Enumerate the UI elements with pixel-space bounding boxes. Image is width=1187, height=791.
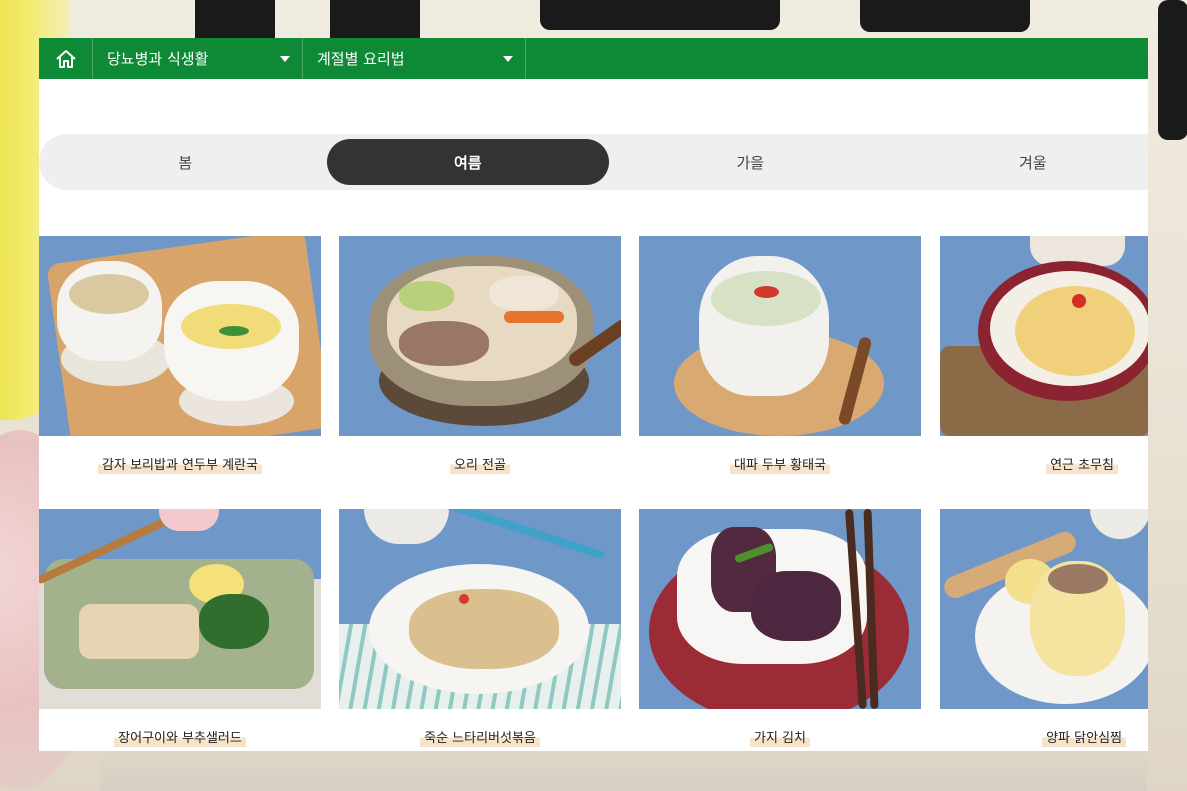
recipe-title-wrap: 죽순 느타리버섯볶음 xyxy=(339,727,621,747)
recipe-card[interactable]: 장어구이와 부추샐러드 xyxy=(39,509,321,747)
background-lettering xyxy=(540,0,780,30)
recipe-image xyxy=(339,509,621,709)
recipe-card[interactable]: 대파 두부 황태국 xyxy=(639,236,921,474)
recipe-card[interactable]: 오리 전골 xyxy=(339,236,621,474)
top-navigation: 당뇨병과 식생활 계절별 요리법 xyxy=(39,38,1148,79)
recipe-title: 가지 김치 xyxy=(750,731,810,747)
recipe-title: 장어구이와 부추샐러드 xyxy=(114,731,246,747)
caret-down-icon xyxy=(503,55,513,62)
recipe-image xyxy=(940,236,1148,436)
tab-autumn[interactable]: 가을 xyxy=(609,139,892,185)
recipe-title: 감자 보리밥과 연두부 계란국 xyxy=(98,458,262,474)
nav-dropdown-seasonal-recipes[interactable]: 계절별 요리법 xyxy=(303,38,526,79)
recipe-title-wrap: 오리 전골 xyxy=(339,454,621,474)
nav-dropdown-label: 당뇨병과 식생활 xyxy=(107,50,209,68)
recipe-card[interactable]: 연근 초무침 xyxy=(940,236,1148,474)
recipe-card[interactable]: 가지 김치 xyxy=(639,509,921,747)
recipe-title: 죽순 느타리버섯볶음 xyxy=(420,731,540,747)
recipe-title-wrap: 연근 초무침 xyxy=(940,454,1148,474)
recipe-card[interactable]: 양파 닭안심찜 xyxy=(940,509,1148,747)
recipe-title-wrap: 양파 닭안심찜 xyxy=(940,727,1148,747)
recipe-title-wrap: 대파 두부 황태국 xyxy=(639,454,921,474)
background-lettering xyxy=(1158,0,1187,140)
season-tabs: 봄 여름 가을 겨울 xyxy=(39,134,1148,190)
background-lettering xyxy=(860,0,1030,32)
recipe-image xyxy=(39,509,321,709)
recipe-image xyxy=(339,236,621,436)
tab-winter[interactable]: 겨울 xyxy=(892,139,1149,185)
recipe-title-wrap: 가지 김치 xyxy=(639,727,921,747)
recipe-title: 오리 전골 xyxy=(450,458,510,474)
recipe-title-wrap: 장어구이와 부추샐러드 xyxy=(39,727,321,747)
recipe-image xyxy=(639,236,921,436)
recipe-card[interactable]: 죽순 느타리버섯볶음 xyxy=(339,509,621,747)
recipe-title: 대파 두부 황태국 xyxy=(730,458,830,474)
tab-spring[interactable]: 봄 xyxy=(44,139,327,185)
recipe-image xyxy=(39,236,321,436)
nav-dropdown-label: 계절별 요리법 xyxy=(317,50,405,68)
recipe-title: 양파 닭안심찜 xyxy=(1042,731,1126,747)
nav-dropdown-diabetes-diet[interactable]: 당뇨병과 식생활 xyxy=(93,38,303,79)
recipe-card[interactable]: 감자 보리밥과 연두부 계란국 xyxy=(39,236,321,474)
recipe-image xyxy=(639,509,921,709)
caret-down-icon xyxy=(280,55,290,62)
tab-summer[interactable]: 여름 xyxy=(326,139,609,185)
recipe-title: 연근 초무침 xyxy=(1046,458,1118,474)
recipe-title-wrap: 감자 보리밥과 연두부 계란국 xyxy=(39,454,321,474)
background-shade xyxy=(100,751,1147,791)
recipe-image xyxy=(940,509,1148,709)
home-button[interactable] xyxy=(39,38,93,79)
home-icon xyxy=(55,49,76,68)
content-panel: 당뇨병과 식생활 계절별 요리법 봄 여름 가을 겨울 감자 보리밥과 연두부 … xyxy=(39,38,1148,751)
